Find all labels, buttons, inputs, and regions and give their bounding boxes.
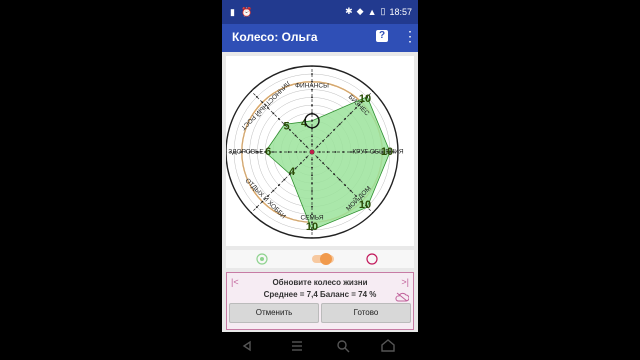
wheel-axis-tick [333, 173, 335, 175]
content-area: ФИНАНСЫ 4 БИЗНЕС 10 КРУГ ОБЩЕНИЯ 10 МОЙ ДОМ 10 С… [222, 52, 418, 332]
search-icon[interactable] [337, 340, 350, 353]
wheel-value-label: 10 [381, 146, 393, 158]
bluetooth-icon: ✱ [345, 6, 353, 16]
wheel-axis-tick [295, 151, 298, 153]
wheel-axis-tick [272, 151, 274, 153]
status-bar: ▮ ⏰ ✱ ◆ ▲ ▯ 18:57 [222, 0, 418, 24]
wheel-axis-tick [278, 118, 280, 120]
wheel-value-label: 4 [289, 166, 296, 178]
wheel-axis-tick [349, 112, 352, 115]
wheel-axis-label: ЗДОРОВЬЕ [228, 149, 264, 156]
wheel-axis-tick [287, 151, 290, 153]
wheel-axis-tick [342, 151, 345, 153]
home-icon[interactable] [381, 339, 395, 352]
update-panel: |< >| Обновите колесо жизни Среднее = 7,… [226, 272, 414, 330]
wheel-axis-tick [294, 134, 297, 137]
wheel-controls [226, 250, 414, 268]
status-time: 18:57 [389, 6, 412, 17]
wheel-axis-tick [255, 206, 258, 209]
wheel-axis-tick [349, 189, 352, 192]
wheel-axis-tick [322, 140, 324, 142]
average-balance-text: Среднее = 7,4 Баланс = 74 % [263, 290, 377, 299]
alarm-icon: ⏰ [240, 7, 253, 17]
panel-heading: Обновите колесо жизни [272, 278, 368, 287]
wheel-axis-tick [316, 145, 319, 148]
wheel-axis-tick [311, 135, 313, 138]
wheel-value-label: 10 [359, 93, 371, 105]
wheel-axis-tick [311, 73, 313, 75]
help-icon[interactable]: ? [376, 30, 388, 42]
wheel-value-label: 10 [306, 221, 318, 233]
wheel-axis-tick [311, 96, 313, 99]
sim-card-icon: ▮ [230, 7, 235, 17]
wheel-axis-tick [311, 166, 313, 169]
life-wheel-card[interactable]: ФИНАНСЫ 4 БИЗНЕС 10 КРУГ ОБЩЕНИЯ 10 МОЙ ДОМ 10 С… [225, 56, 414, 246]
network-icon: ◆ [356, 6, 364, 16]
wheel-axis-tick [300, 162, 302, 164]
wheel-axis-tick [278, 184, 280, 187]
battery-icon: ▯ [380, 6, 386, 16]
red-radio-icon[interactable] [366, 253, 378, 265]
wheel-axis-tick [344, 118, 346, 120]
cancel-button[interactable]: Отменить [229, 303, 319, 323]
life-wheel-chart[interactable]: ФИНАНСЫ4БИЗНЕС10КРУГ ОБЩЕНИЯ10МОЙ ДОМ10С… [225, 56, 414, 246]
menu-icon[interactable] [292, 341, 302, 351]
navigation-bar [222, 332, 418, 360]
wheel-axis-tick [327, 134, 330, 137]
wheel-axis-tick [279, 151, 282, 153]
more-options-icon[interactable]: ⋮ [403, 29, 417, 43]
wheel-axis-tick [311, 205, 313, 208]
wheel-axis-tick [316, 156, 319, 159]
wheel-axis-tick [311, 158, 313, 161]
wheel-axis-tick [311, 119, 313, 122]
wheel-axis-tick [272, 112, 275, 115]
wheel-axis-tick [338, 178, 341, 181]
wheel-axis-tick [272, 189, 275, 192]
wheel-axis-tick [311, 143, 313, 146]
signal-icon: ▲ [367, 6, 377, 17]
wheel-axis-tick [311, 182, 313, 185]
wheel-axis-tick [311, 104, 313, 107]
green-radio-dot-icon [260, 257, 264, 261]
wheel-axis-tick [255, 95, 258, 98]
wheel-axis-label: ФИНАНСЫ [295, 83, 329, 90]
app-title: Колесо: Ольга [232, 30, 318, 44]
app-bar: Колесо: Ольга ? ⋮ [222, 24, 418, 52]
back-icon[interactable] [242, 340, 251, 352]
wheel-axis-tick [334, 151, 337, 153]
wheel-axis-tick [318, 151, 321, 153]
wheel-axis-tick [338, 123, 341, 126]
status-left: ▮ ⏰ [230, 7, 252, 18]
wheel-axis-tick [303, 151, 306, 153]
wheel-axis-tick [326, 151, 329, 153]
wheel-axis-tick [322, 162, 324, 164]
status-right: ✱ ◆ ▲ ▯ 18:57 [345, 6, 412, 17]
wheel-axis-tick [311, 174, 313, 177]
phone-screen: ▮ ⏰ ✱ ◆ ▲ ▯ 18:57 Колесо: Ольга ? ⋮ ФИНА… [222, 0, 418, 360]
wheel-axis-tick [327, 167, 330, 170]
wheel-value-label: 6 [265, 146, 271, 158]
wheel-axis-label: КРУГ ОБЩЕНИЯ [352, 149, 404, 156]
wheel-axis-tick [283, 178, 286, 181]
orange-toggle-knob-icon[interactable] [320, 253, 332, 265]
wheel-axis-tick [311, 197, 313, 200]
wheel-center-dot [309, 149, 315, 155]
wheel-axis-tick [305, 156, 308, 159]
wheel-value-label: 5 [283, 120, 289, 132]
wheel-value-label: 10 [359, 199, 371, 211]
done-button[interactable]: Готово [321, 303, 411, 323]
wheel-axis-tick [300, 140, 302, 142]
wheel-axis-tick [333, 129, 335, 131]
wheel-axis-tick [311, 190, 313, 192]
wheel-axis-tick [305, 145, 308, 148]
wheel-axis-tick [344, 184, 346, 187]
